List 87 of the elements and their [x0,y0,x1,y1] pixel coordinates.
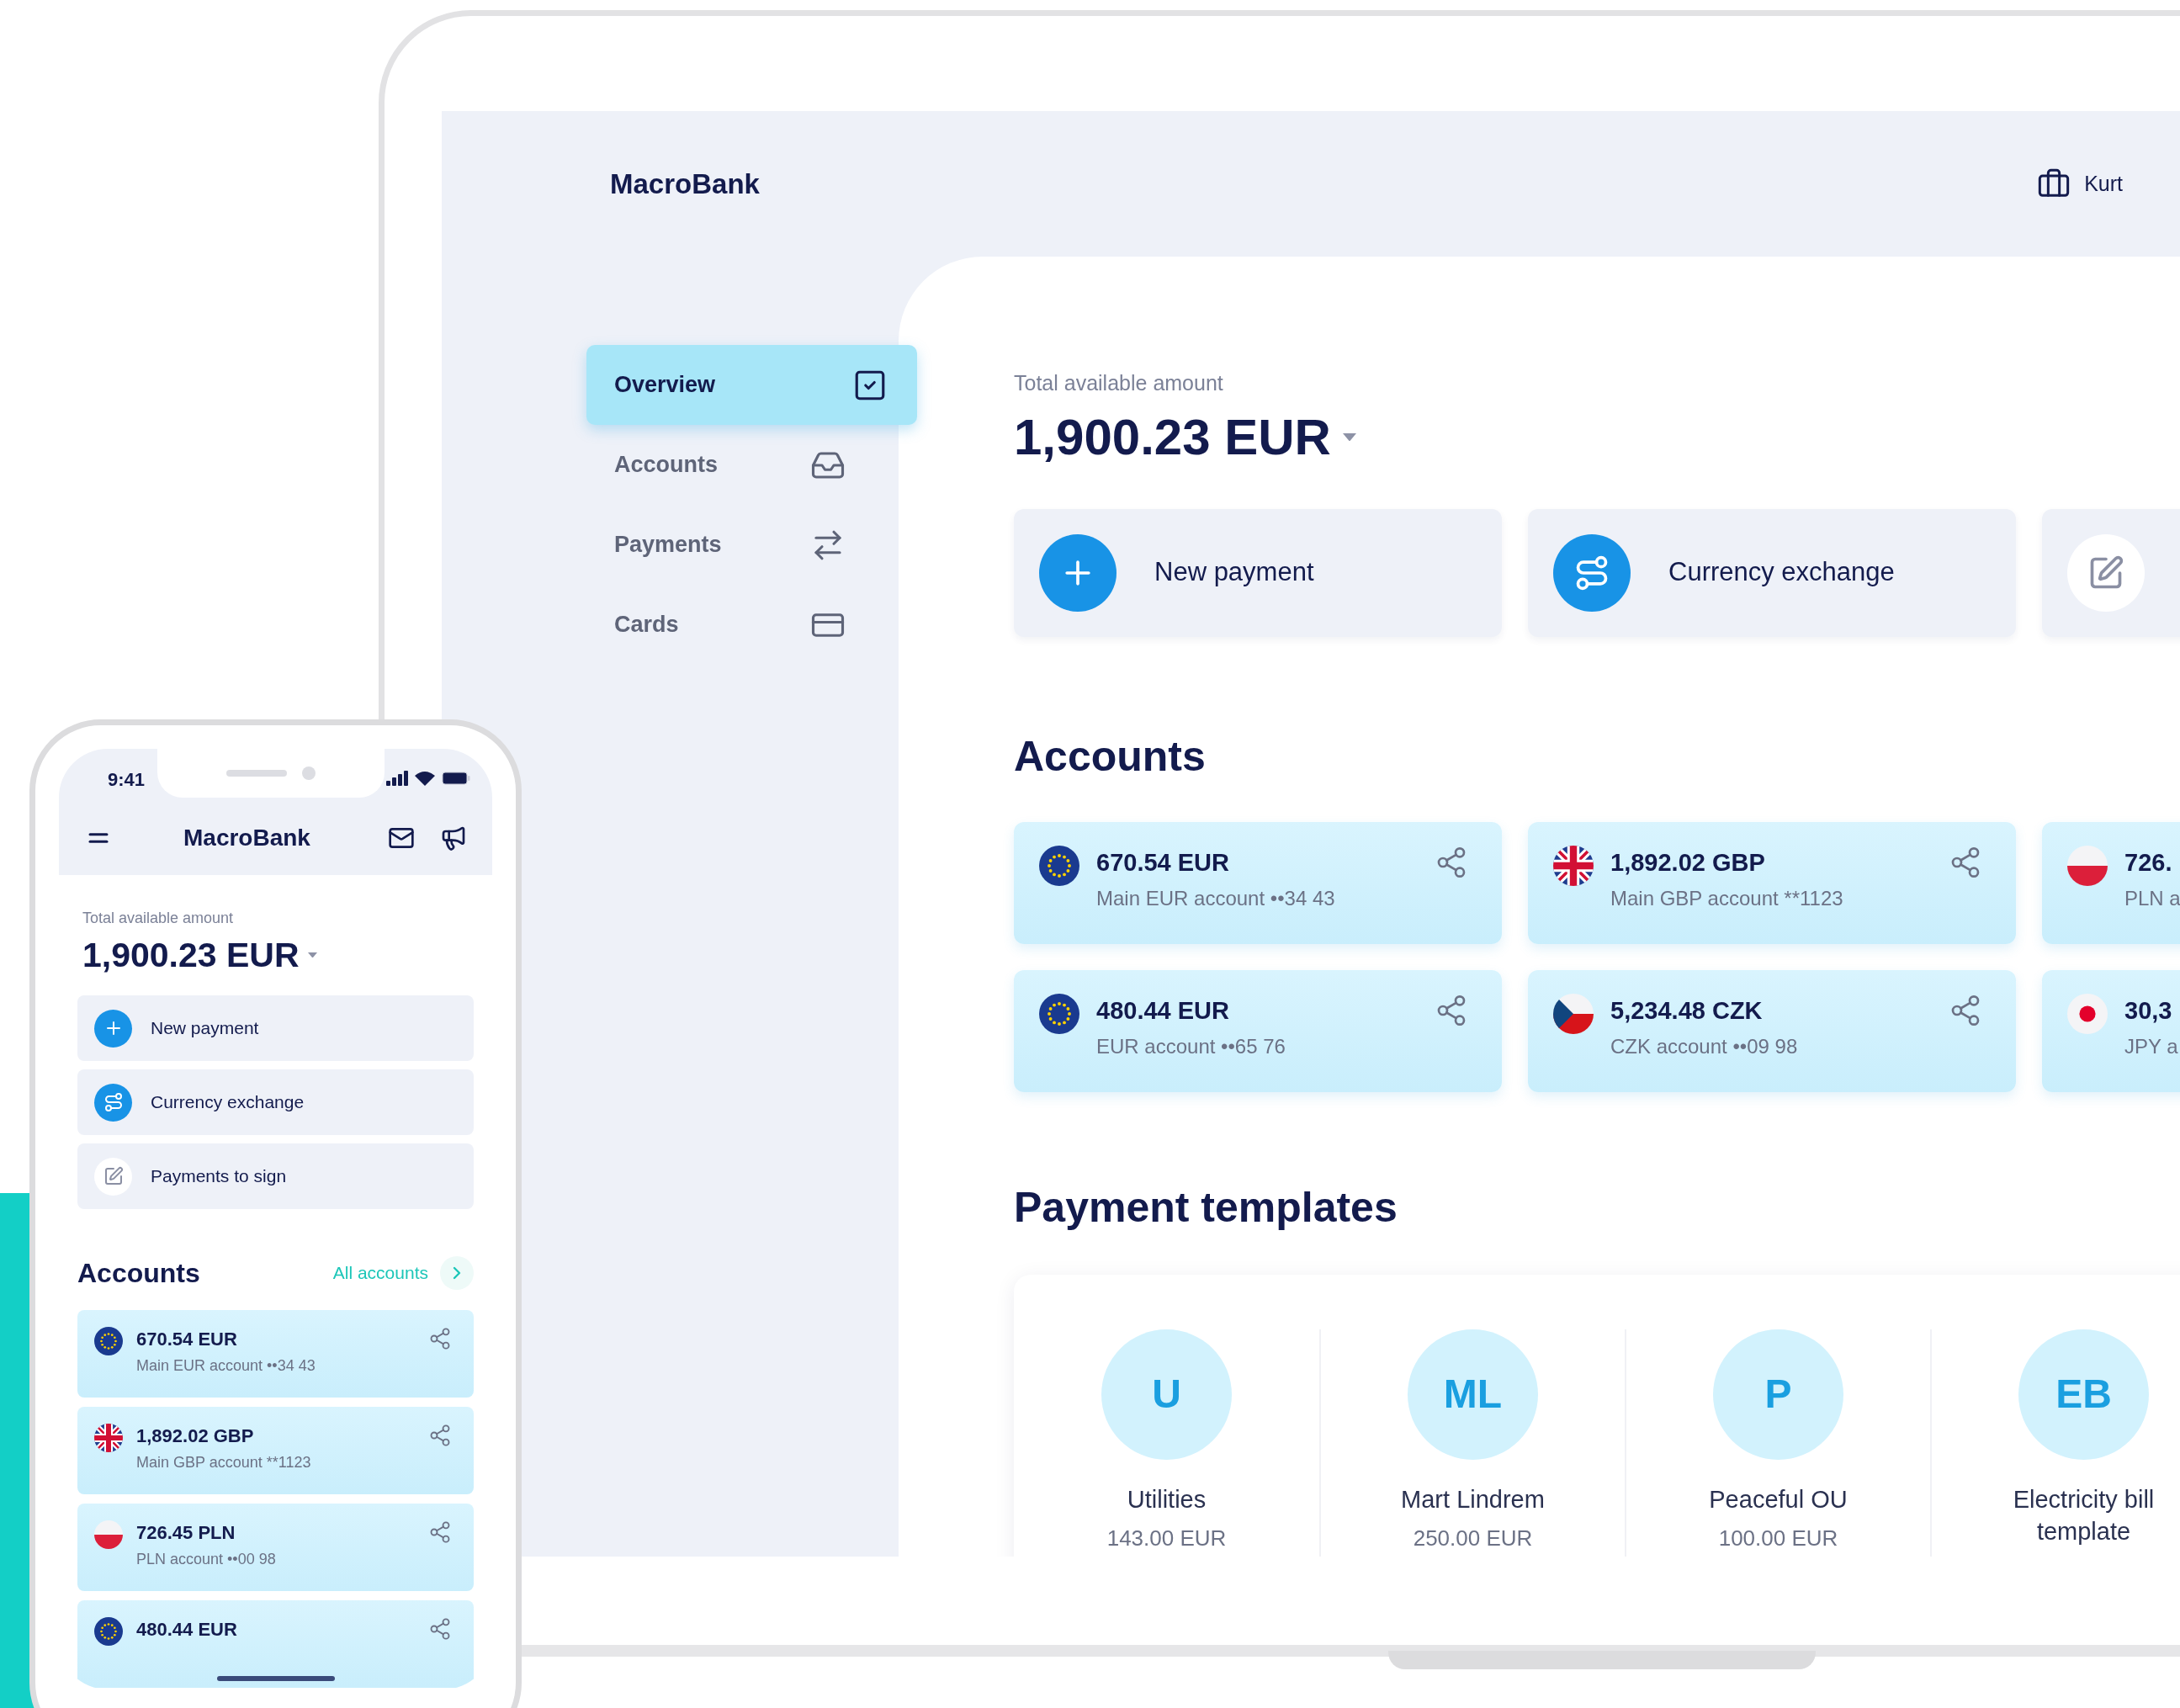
brand-name: MacroBank [183,824,310,852]
account-name: CZK account ••09 98 [1610,1033,1798,1059]
template-item[interactable]: P Peaceful OU 100.00 EUR [1625,1329,1930,1557]
section-heading: Accounts [77,1257,200,1290]
initials-avatar: P [1713,1329,1843,1460]
caret-icon[interactable] [1342,432,1356,442]
eu-flag-icon [1039,993,1079,1034]
template-amount: 100.00 EUR [1718,1524,1838,1552]
account-card[interactable]: 480.44 EUR EUR account ••65 76 [1014,969,1502,1092]
wifi-icon [415,771,435,786]
share-icon[interactable] [428,1327,452,1350]
account-balance: 480.44 EUR [1096,995,1230,1026]
megaphone-icon[interactable] [440,825,467,851]
account-card[interactable]: 726. PLN a [2042,821,2180,944]
japan-flag-icon [2067,993,2108,1034]
brand-name: MacroBank [610,167,760,201]
caret-icon[interactable] [307,952,317,958]
account-name: Main GBP account **1123 [1610,885,1843,911]
total-amount: 1,900.23 EUR [1014,407,1331,467]
plus-icon [94,1009,132,1048]
share-icon[interactable] [428,1520,452,1544]
account-card[interactable]: 670.54 EUR Main EUR account ••34 43 [77,1310,474,1398]
sidebar-item[interactable]: Accounts [586,425,875,505]
total-amount: 1,900.23 EUR [82,935,300,976]
sidebar-item[interactable]: Cards [586,585,875,665]
account-name: JPY a [2124,1033,2178,1059]
template-amount: 250.00 EUR [1413,1524,1533,1552]
template-item[interactable]: EB Electricity bill template [1930,1329,2180,1557]
account-name: Main GBP account **1123 [136,1453,311,1472]
action-button[interactable]: Payments to sign [77,1143,474,1209]
pen-square-icon [94,1157,132,1196]
union-jack-icon [94,1424,123,1452]
account-name: PLN a [2124,885,2180,911]
initials-avatar: EB [2018,1329,2149,1460]
account-name: PLN account ••00 98 [136,1550,276,1569]
account-card[interactable]: 480.44 EUR [77,1600,474,1688]
eu-flag-icon [94,1617,123,1646]
account-card[interactable]: 30,3 JPY a [2042,969,2180,1092]
account-name: Main EUR account ••34 43 [136,1356,316,1376]
account-balance: 480.44 EUR [136,1618,237,1642]
account-balance: 30,3 [2124,995,2173,1026]
eu-flag-icon [1039,845,1079,886]
battery-icon [442,772,470,785]
account-balance: 670.54 EUR [136,1328,238,1351]
account-balance: 5,234.48 CZK [1610,995,1764,1026]
status-time: 9:41 [108,767,146,792]
template-item[interactable]: ML Mart Lindrem 250.00 EUR [1319,1329,1625,1557]
share-icon[interactable] [428,1424,452,1447]
account-balance: 1,892.02 GBP [1610,847,1766,878]
initials-avatar: U [1101,1329,1232,1460]
route-icon [94,1083,132,1122]
account-name: EUR account ••65 76 [1096,1033,1286,1059]
action-button[interactable]: Currency exchange [1528,508,2016,637]
account-name: Main EUR account ••34 43 [1096,885,1335,911]
account-card[interactable]: 1,892.02 GBP Main GBP account **1123 [77,1407,474,1494]
section-heading: Payment templates [1014,1182,1398,1233]
template-name: Peaceful OU [1708,1484,1848,1514]
template-name: Utilities [1126,1484,1207,1514]
template-name: Electricity bill template [2012,1484,2156,1546]
poland-flag-icon [94,1520,123,1549]
account-card[interactable]: 670.54 EUR Main EUR account ••34 43 [1014,821,1502,944]
account-balance: 726.45 PLN [136,1521,236,1545]
share-icon[interactable] [428,1617,452,1641]
signal-icon [386,771,408,786]
czech-flag-icon [1553,993,1594,1034]
template-name: Mart Lindrem [1400,1484,1546,1514]
action-button[interactable]: New payment [77,995,474,1061]
action-button[interactable]: New payment [1014,508,1502,637]
account-balance: 1,892.02 GBP [136,1424,255,1448]
section-heading: Accounts [1014,731,1207,782]
user-name[interactable]: Kurt [2084,167,2123,200]
total-label: Total available amount [1014,370,1224,396]
sidebar-item[interactable]: Payments [586,505,875,585]
account-card[interactable]: 1,892.02 GBP Main GBP account **1123 [1528,821,2016,944]
account-balance: 670.54 EUR [1096,847,1230,878]
poland-flag-icon [2067,845,2108,886]
account-balance: 726. [2124,847,2173,878]
action-button[interactable]: Currency exchange [77,1069,474,1135]
account-card[interactable]: 726.45 PLN PLN account ••00 98 [77,1504,474,1591]
account-card[interactable]: 5,234.48 CZK CZK account ••09 98 [1528,969,2016,1092]
initials-avatar: ML [1408,1329,1538,1460]
template-amount: 143.00 EUR [1106,1524,1227,1552]
eu-flag-icon [94,1327,123,1355]
total-label: Total available amount [82,909,235,928]
template-item[interactable]: U Utilities 143.00 EUR [1014,1329,1319,1557]
sidebar-item[interactable]: Overview [586,345,917,425]
union-jack-icon [1553,845,1594,886]
